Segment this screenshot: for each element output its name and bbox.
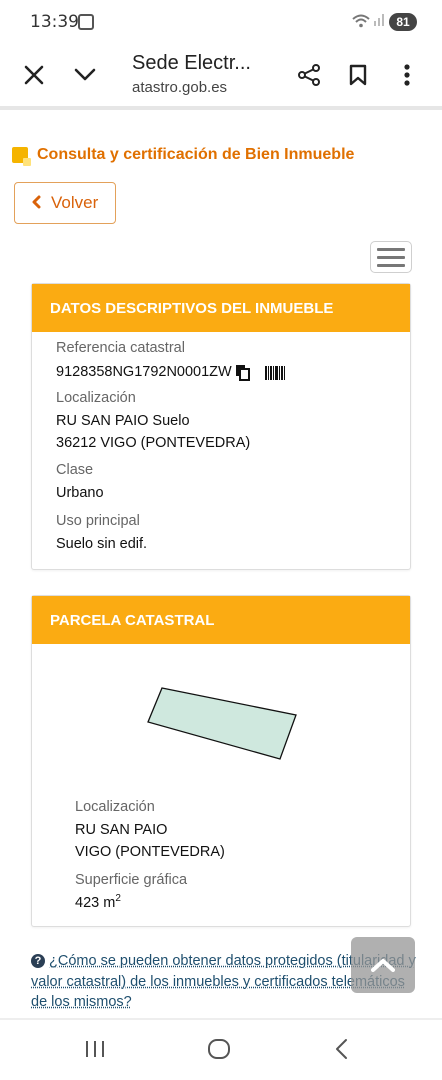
page-title: Sede Electr... <box>132 52 251 74</box>
heading-text: Consulta y certificación de Bien Inmuebl… <box>37 146 355 163</box>
bookmark-icon[interactable] <box>341 58 375 92</box>
hamburger-menu-button[interactable] <box>370 241 412 273</box>
status-time: 13:39 <box>30 12 79 32</box>
system-nav-bar <box>0 1020 442 1080</box>
question-icon: ? <box>31 954 45 968</box>
area-label: Superficie gráfica <box>75 872 188 888</box>
page-heading: Consulta y certificación de Bien Inmuebl… <box>12 146 355 166</box>
use-label: Uso principal <box>56 513 140 529</box>
screen-record-icon <box>78 14 94 30</box>
close-icon[interactable] <box>17 58 51 92</box>
toolbar-divider <box>0 106 442 110</box>
chevron-down-icon[interactable] <box>68 58 102 92</box>
ref-label: Referencia catastral <box>56 340 185 356</box>
location-line-1: RU SAN PAIO Suelo <box>56 413 190 429</box>
barcode-icon[interactable] <box>264 364 285 380</box>
url-text[interactable]: atastro.gob.es <box>132 79 227 96</box>
panel-header: DATOS DESCRIPTIVOS DEL INMUEBLE <box>32 284 410 332</box>
back-button[interactable]: Volver <box>14 182 116 224</box>
use-value: Suelo sin edif. <box>56 536 148 552</box>
more-options-icon[interactable] <box>390 58 424 92</box>
area-unit-exponent: 2 <box>115 893 121 904</box>
descriptive-data-panel: DATOS DESCRIPTIVOS DEL INMUEBLE Referenc… <box>31 283 411 570</box>
browser-toolbar: Sede Electr... atastro.gob.es <box>0 44 442 106</box>
parcel-location-label: Localización <box>75 799 155 815</box>
share-icon[interactable] <box>292 58 326 92</box>
home-icon[interactable] <box>207 1038 231 1065</box>
recent-apps-icon[interactable] <box>84 1040 106 1063</box>
document-icon <box>12 147 31 166</box>
parcel-location-line-1: RU SAN PAIO <box>75 822 168 838</box>
battery-indicator: 81 <box>389 13 417 31</box>
scroll-to-top-button[interactable] <box>351 937 415 993</box>
panel-header: PARCELA CATASTRAL <box>32 596 410 644</box>
ref-row: 9128358NG1792N0001ZW <box>56 364 285 381</box>
area-value: 423 m2 <box>75 893 121 911</box>
copy-icon[interactable] <box>235 364 251 381</box>
back-button-label: Volver <box>51 193 99 212</box>
chevron-up-icon <box>371 959 395 972</box>
parcel-panel: PARCELA CATASTRAL Localización RU SAN PA… <box>31 595 411 927</box>
back-nav-icon[interactable] <box>334 1038 348 1065</box>
chevron-left-icon <box>31 193 41 214</box>
parcel-map[interactable] <box>32 644 410 794</box>
signal-icon <box>374 12 386 29</box>
class-value: Urbano <box>56 485 104 501</box>
class-label: Clase <box>56 462 94 478</box>
wifi-icon <box>352 14 370 31</box>
location-line-2: 36212 VIGO (PONTEVEDRA) <box>56 435 251 451</box>
hamburger-line <box>377 263 405 267</box>
area-number: 423 m <box>75 894 116 911</box>
parcel-location-line-2: VIGO (PONTEVEDRA) <box>75 844 225 860</box>
status-bar: 13:39 81 <box>0 0 442 44</box>
hamburger-line <box>377 247 405 251</box>
parcel-shape <box>147 687 297 760</box>
location-label: Localización <box>56 390 136 406</box>
hamburger-line <box>377 255 405 259</box>
ref-value: 9128358NG1792N0001ZW <box>56 364 232 380</box>
